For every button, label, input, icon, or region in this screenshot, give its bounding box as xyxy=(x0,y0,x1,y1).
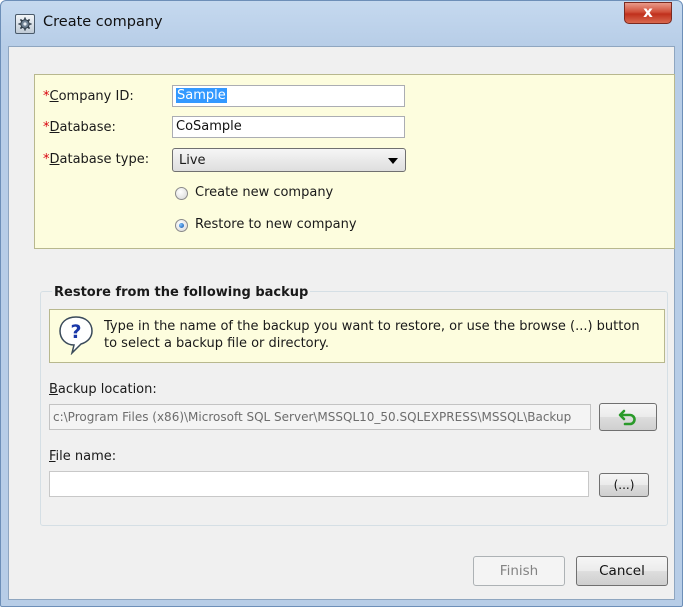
access-key: D xyxy=(49,152,60,167)
reset-backup-location-button[interactable] xyxy=(599,403,657,431)
database-type-label: *Database type: xyxy=(43,152,149,167)
finish-button[interactable]: Finish xyxy=(473,556,565,586)
access-key: B xyxy=(49,382,58,397)
dialog-body: *Company ID: Sample *Database: CoSample … xyxy=(8,46,675,600)
browse-button[interactable]: (...) xyxy=(599,473,649,497)
cancel-button[interactable]: Cancel xyxy=(576,556,668,586)
restore-group-title: Restore from the following backup xyxy=(52,285,311,300)
database-label: *Database: xyxy=(43,120,116,135)
label-text: ompany ID: xyxy=(58,89,134,104)
access-key: C xyxy=(49,89,59,104)
info-panel: ? Type in the name of the backup you wan… xyxy=(49,309,665,363)
backup-location-value: c:\Program Files (x86)\Microsoft SQL Ser… xyxy=(53,410,572,424)
chevron-down-icon xyxy=(388,158,398,164)
undo-arrow-icon xyxy=(618,409,638,430)
database-input[interactable]: CoSample xyxy=(172,116,405,138)
close-icon: x xyxy=(643,3,653,21)
database-type-select[interactable]: Live xyxy=(172,148,406,172)
create-company-window: Create company x *Company ID: Sample *Da… xyxy=(0,0,683,607)
gear-window-icon xyxy=(15,14,35,34)
label-text: ile name: xyxy=(55,449,117,464)
label-text: atabase: xyxy=(59,120,116,135)
file-name-input[interactable] xyxy=(49,471,589,497)
label-text: ackup location: xyxy=(57,382,157,397)
close-button[interactable]: x xyxy=(624,2,672,24)
window-title: Create company xyxy=(43,14,163,30)
create-new-company-radio[interactable] xyxy=(175,187,188,200)
database-type-value: Live xyxy=(179,153,206,168)
title-bar: Create company x xyxy=(1,1,682,45)
company-id-label: *Company ID: xyxy=(43,89,134,104)
company-id-input[interactable]: Sample xyxy=(172,85,405,107)
file-name-label: File name: xyxy=(49,449,116,464)
company-id-value: Sample xyxy=(176,88,227,103)
svg-text:?: ? xyxy=(70,321,81,343)
help-question-icon: ? xyxy=(58,315,94,359)
access-key: D xyxy=(49,120,60,135)
label-text: atabase type: xyxy=(59,152,150,167)
restore-new-company-radio[interactable] xyxy=(175,219,188,232)
database-value: CoSample xyxy=(176,119,242,134)
restore-new-company-label[interactable]: Restore to new company xyxy=(195,217,357,232)
backup-location-input: c:\Program Files (x86)\Microsoft SQL Ser… xyxy=(49,404,591,430)
create-new-company-label[interactable]: Create new company xyxy=(195,185,333,200)
backup-location-label: Backup location: xyxy=(49,382,157,397)
info-text: Type in the name of the backup you want … xyxy=(104,319,640,351)
